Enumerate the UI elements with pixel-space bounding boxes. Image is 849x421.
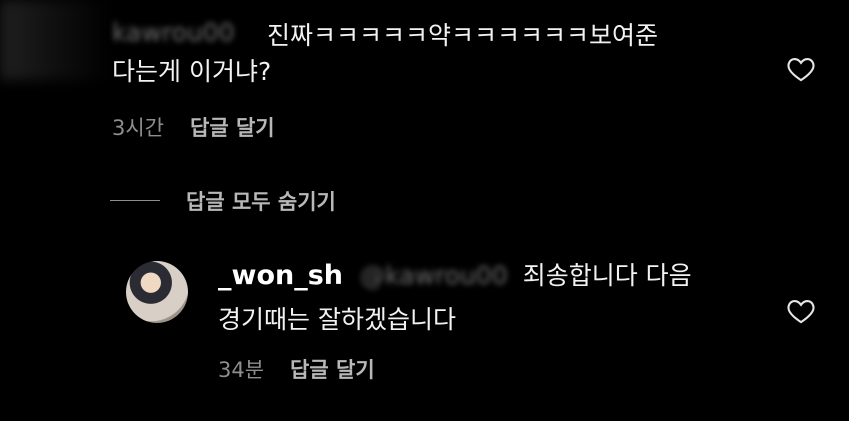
reply-username[interactable]: _won_sh — [218, 260, 343, 291]
heart-icon[interactable] — [787, 56, 815, 82]
comment-time: 3시간 — [112, 116, 165, 140]
reply-header: _won_sh @kawrou00 죄송합니다 다음 — [218, 258, 692, 294]
reply-meta: 34분 답글 달기 — [218, 354, 375, 384]
left-decor — [0, 0, 110, 80]
reply-button[interactable]: 답글 달기 — [290, 358, 375, 382]
hide-replies-button[interactable]: 답글 모두 숨기기 — [186, 186, 336, 216]
reply-text-line2: 경기때는 잘하겠습니다 — [218, 305, 456, 334]
heart-icon[interactable] — [787, 298, 815, 324]
comment-text: 진짜ㅋㅋㅋㅋㅋ약ㅋㅋㅋㅋㅋㅋ보여준 다는게 이거냐? — [112, 21, 659, 86]
reply-time: 34분 — [218, 358, 265, 382]
comment-meta: 3시간 답글 달기 — [112, 112, 275, 142]
reply-button[interactable]: 답글 달기 — [190, 116, 275, 140]
divider-line — [110, 200, 160, 201]
reply-mention[interactable]: @kawrou00 — [360, 261, 508, 290]
reply-text-line1: 죄송합니다 다음 — [522, 261, 692, 290]
avatar[interactable] — [126, 261, 188, 323]
